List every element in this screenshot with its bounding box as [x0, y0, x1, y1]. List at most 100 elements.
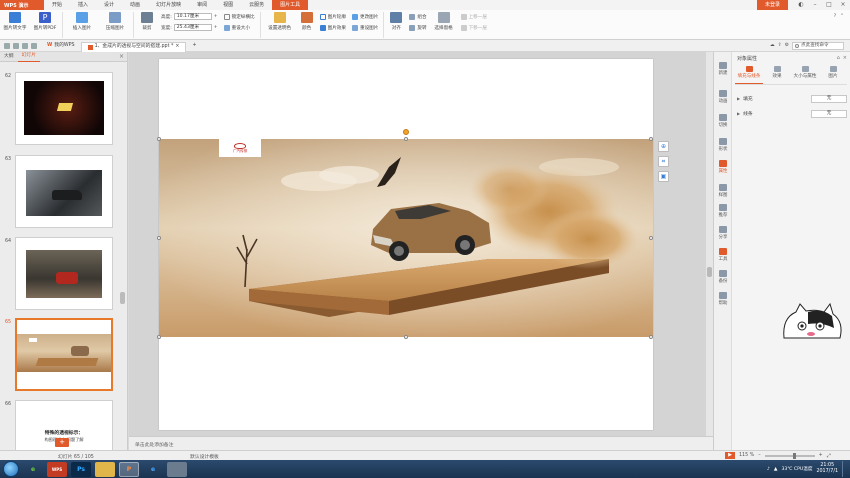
- reset-picture-button[interactable]: 重设图片: [351, 24, 378, 31]
- tab-fill-line[interactable]: 填充与线条: [735, 65, 763, 84]
- picture-outline-button[interactable]: 图片轮廓: [319, 13, 346, 20]
- sidebar-item-help[interactable]: 帮助: [714, 292, 732, 306]
- zoom-in-icon[interactable]: +: [819, 453, 823, 458]
- compress-picture-button[interactable]: 压缩图片: [99, 12, 131, 38]
- canvas-scroll-thumb[interactable]: [707, 267, 712, 277]
- height-input[interactable]: 10.17厘米: [173, 13, 212, 20]
- tab-slides[interactable]: 幻灯片: [17, 51, 41, 62]
- collapse-ribbon-icon[interactable]: ⌃: [840, 14, 844, 19]
- taskbar-app-browser[interactable]: e: [23, 462, 43, 477]
- show-desktop-button[interactable]: [842, 461, 846, 477]
- expand-arrow-icon[interactable]: ▶: [737, 111, 740, 116]
- system-clock[interactable]: 21:05 2017/7/1: [816, 463, 838, 475]
- tab-home[interactable]: 开始: [44, 0, 70, 10]
- slide-thumbnail-65[interactable]: [15, 318, 113, 391]
- picture-style-icon[interactable]: ▣: [658, 171, 669, 182]
- add-slide-button[interactable]: +: [55, 438, 69, 447]
- close-icon[interactable]: ×: [836, 0, 850, 10]
- tab-view[interactable]: 视图: [215, 0, 241, 10]
- pic-to-text-button[interactable]: 图片转文字: [0, 12, 30, 38]
- minimize-icon[interactable]: –: [808, 0, 822, 10]
- transparent-color-button[interactable]: 设置透明色: [263, 12, 297, 38]
- taskbar-app-photoshop[interactable]: Ps: [71, 461, 91, 477]
- resize-handle-r[interactable]: [649, 236, 653, 240]
- sidebar-item-backup[interactable]: 备份: [714, 270, 732, 284]
- expand-arrow-icon[interactable]: ▶: [737, 96, 740, 101]
- tab-cloud[interactable]: 云服务: [241, 0, 272, 10]
- resize-handle-l[interactable]: [157, 236, 161, 240]
- sidebar-item-properties[interactable]: 属性: [714, 160, 732, 174]
- taskbar-app-wps[interactable]: WPS: [47, 461, 67, 477]
- sidebar-item-sample[interactable]: 样图: [714, 184, 732, 198]
- taskbar-app-folder[interactable]: [167, 461, 187, 477]
- width-input[interactable]: 25.43厘米: [173, 24, 212, 31]
- close-tab-icon[interactable]: ×: [175, 42, 179, 52]
- sidebar-item-recommend[interactable]: 推荐: [714, 204, 732, 218]
- lock-ratio-checkbox[interactable]: 锁定纵横比: [223, 13, 255, 20]
- rotate-handle[interactable]: [403, 129, 409, 135]
- taskbar-app-ie[interactable]: e: [143, 462, 163, 477]
- fill-value-select[interactable]: 无: [811, 94, 847, 103]
- tab-insert[interactable]: 插入: [70, 0, 96, 10]
- up-layer-button[interactable]: 上移一层: [460, 13, 487, 20]
- selected-picture[interactable]: 广汽传祺: [159, 139, 653, 337]
- pic-to-pdf-button[interactable]: P 图片转PDF: [30, 12, 60, 38]
- zoom-picture-icon[interactable]: ⊕: [658, 141, 669, 152]
- slide-thumbnail-63[interactable]: [15, 155, 113, 228]
- new-tab-button[interactable]: +: [186, 41, 202, 51]
- tab-my-wps[interactable]: W 我的WPS: [41, 41, 81, 51]
- tab-review[interactable]: 审阅: [189, 0, 215, 10]
- crop-picture-icon[interactable]: ⌗: [658, 156, 669, 167]
- login-button[interactable]: 未登录: [756, 0, 788, 10]
- resize-handle-tl[interactable]: [157, 137, 161, 141]
- zoom-slider-knob[interactable]: [792, 452, 796, 459]
- slide-thumbnail-62[interactable]: [15, 72, 113, 145]
- picture-effect-button[interactable]: 图片效果: [319, 24, 346, 31]
- insert-picture-button[interactable]: 插入图片: [65, 12, 99, 38]
- tab-current-document[interactable]: 1、金成片的透视与空间的搭建.ppt * ×: [80, 41, 187, 52]
- sidebar-item-animation[interactable]: 动画: [714, 90, 732, 104]
- notes-area[interactable]: 单击此处添加备注: [129, 436, 713, 450]
- start-button[interactable]: [3, 461, 19, 477]
- skin-icon[interactable]: ◐: [794, 0, 808, 10]
- tab-animation[interactable]: 动画: [122, 0, 148, 10]
- settings-icon[interactable]: ⚙: [785, 43, 789, 48]
- reset-size-button[interactable]: 重设大小: [223, 24, 250, 31]
- sidebar-item-shape[interactable]: 形状: [714, 138, 732, 152]
- help-icon[interactable]: ?: [834, 14, 836, 19]
- sidebar-item-new[interactable]: 新建: [714, 62, 732, 76]
- cloud-icon[interactable]: ☁: [770, 43, 775, 48]
- tab-size-properties[interactable]: 大小与属性: [791, 65, 819, 84]
- share-icon[interactable]: ⇪: [778, 43, 782, 48]
- align-button[interactable]: 对齐: [386, 12, 406, 38]
- tab-slideshow[interactable]: 幻灯片放映: [148, 0, 189, 10]
- slide-thumbnail-64[interactable]: [15, 237, 113, 310]
- app-menu-button[interactable]: WPS 演示: [0, 0, 44, 10]
- canvas-scrollbar[interactable]: [706, 52, 713, 436]
- width-stepper[interactable]: +: [214, 25, 218, 30]
- pin-icon[interactable]: ⌂: [837, 55, 840, 61]
- print-icon[interactable]: [31, 42, 37, 49]
- resize-handle-t[interactable]: [404, 137, 408, 141]
- tab-picture-tools[interactable]: 图片工具: [272, 0, 309, 10]
- tab-outline[interactable]: 大纲: [0, 52, 18, 62]
- command-search-input[interactable]: 点此查找命令: [792, 41, 844, 50]
- tab-picture[interactable]: 图片: [819, 65, 847, 84]
- sidebar-item-transition[interactable]: 切换: [714, 114, 732, 128]
- group-button[interactable]: 组合: [409, 13, 427, 20]
- tab-effects[interactable]: 效果: [763, 65, 791, 84]
- current-slide[interactable]: 广汽传祺: [157, 59, 653, 430]
- fit-window-icon[interactable]: ⤢: [827, 453, 831, 459]
- resize-handle-b[interactable]: [404, 335, 408, 339]
- sidebar-item-tools[interactable]: 工具: [714, 248, 732, 262]
- resize-handle-bl[interactable]: [157, 335, 161, 339]
- panel-close-icon[interactable]: ×: [843, 55, 847, 61]
- save-icon[interactable]: [4, 42, 10, 49]
- fill-row[interactable]: ▶ 填充 无: [737, 94, 847, 103]
- redo-icon[interactable]: [22, 42, 28, 49]
- height-stepper[interactable]: +: [214, 14, 218, 19]
- color-button[interactable]: 颜色: [297, 12, 317, 38]
- play-slideshow-button[interactable]: ▶: [725, 452, 735, 459]
- line-value-select[interactable]: 无: [811, 109, 847, 118]
- undo-icon[interactable]: [13, 42, 19, 49]
